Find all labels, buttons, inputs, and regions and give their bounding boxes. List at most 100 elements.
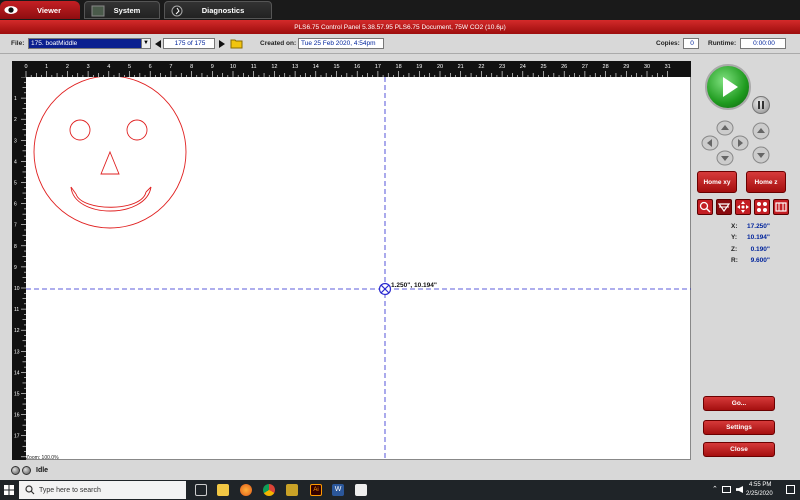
status-light-icon <box>11 466 20 475</box>
right-eye <box>126 119 148 141</box>
taskbar-search-box[interactable]: Type here to search <box>19 481 186 499</box>
created-value: Tue 25 Feb 2020, 4:54pm <box>301 40 376 47</box>
created-field: Tue 25 Feb 2020, 4:54pm <box>298 38 384 49</box>
runtime-value: 0:00:00 <box>753 40 775 47</box>
info-bar: File: 175. boatMiddle ▼ 175 of 175 Creat… <box>0 34 800 54</box>
eye-icon <box>4 6 18 14</box>
tab-viewer-label: Viewer <box>36 5 62 15</box>
previous-page-icon[interactable] <box>155 40 161 48</box>
horizontal-ruler: 0 1 2 3 4 5 6 7 8 9 10 11 12 13 14 15 16 17 18 19 20 21 22 23 24… <box>12 61 691 77</box>
window-title: PLS6.75 Control Panel 5.38.57.95 PLS6.75… <box>294 23 506 31</box>
home-z-button[interactable]: Home z <box>746 171 786 193</box>
page-field[interactable]: 175 of 175 <box>163 38 215 49</box>
illustrator-icon[interactable]: Ai <box>310 484 322 496</box>
move-icon <box>737 201 749 213</box>
ruler-label: 6 <box>149 64 152 70</box>
start-button[interactable] <box>705 64 751 110</box>
windows-taskbar: Type here to search Ai W ⌃ 4:55 PM 2/25/… <box>0 480 800 500</box>
tab-viewer[interactable]: Viewer <box>0 1 80 19</box>
ruler-label: 22 <box>478 64 484 70</box>
engraving-drawing <box>26 77 691 460</box>
open-folder-icon[interactable] <box>230 38 243 49</box>
copies-field[interactable]: 0 <box>683 38 699 49</box>
tab-system[interactable]: System <box>84 1 160 19</box>
tray-chevron-icon[interactable]: ⌃ <box>712 485 718 493</box>
r-coord-value: 9.600" <box>750 257 770 264</box>
ruler-label: 9 <box>14 265 17 271</box>
grid-tool-button[interactable] <box>754 199 770 215</box>
ruler-label: 14 <box>313 64 319 70</box>
ruler-label: 21 <box>458 64 464 70</box>
close-button[interactable]: Close <box>703 442 775 457</box>
ruler-label: 8 <box>14 244 17 250</box>
next-page-icon[interactable] <box>219 40 225 48</box>
focus-icon <box>717 203 731 213</box>
pointer-tool-button[interactable] <box>716 199 732 215</box>
ruler-label: 19 <box>416 64 422 70</box>
x-coord-value: 17.250" <box>747 223 770 230</box>
media-player-icon[interactable] <box>286 484 298 496</box>
copies-value: 0 <box>690 40 694 47</box>
status-light-icon-2 <box>22 466 31 475</box>
zoom-tool-button[interactable] <box>697 199 713 215</box>
network-icon[interactable] <box>722 486 731 493</box>
volume-icon[interactable] <box>736 486 743 493</box>
file-select[interactable]: 175. boatMiddle <box>28 38 151 49</box>
fit-tool-button[interactable] <box>773 199 789 215</box>
search-icon <box>25 485 35 495</box>
ruler-label: 0 <box>24 64 27 70</box>
notification-icon[interactable] <box>786 485 795 494</box>
settings-button[interactable]: Settings <box>703 420 775 435</box>
ruler-label: 23 <box>499 64 505 70</box>
ruler-label: 10 <box>230 64 236 70</box>
pause-icon <box>758 101 764 109</box>
chrome-icon[interactable] <box>263 484 275 496</box>
ruler-label: 12 <box>14 328 20 334</box>
crosshair-target-icon <box>378 282 392 296</box>
ruler-label: 1 <box>14 96 17 102</box>
go-button[interactable]: Go... <box>703 396 775 411</box>
ruler-label: 9 <box>211 64 214 70</box>
page-field-value: 175 of 175 <box>174 40 206 47</box>
vertical-ruler: 1 2 3 4 5 6 7 8 9 10 11 12 13 14 15 16 17 <box>12 77 26 460</box>
ruler-label: 16 <box>354 64 360 70</box>
ruler-label: 27 <box>582 64 588 70</box>
home-xy-label: Home xy <box>703 178 731 186</box>
xy-jog-pad[interactable] <box>700 120 750 166</box>
laser-app-icon[interactable] <box>355 484 367 496</box>
file-select-value: 175. boatMiddle <box>31 40 78 47</box>
home-z-label: Home z <box>754 178 778 186</box>
ruler-label: 13 <box>14 349 20 355</box>
file-label: File: <box>11 40 25 47</box>
chevron-down-icon[interactable]: ▼ <box>141 38 151 49</box>
move-tool-button[interactable] <box>735 199 751 215</box>
tab-system-label: System <box>113 5 141 15</box>
ruler-label: 8 <box>190 64 193 70</box>
status-bar: Idle <box>0 462 800 480</box>
ruler-label: 14 <box>14 370 20 376</box>
home-xy-button[interactable]: Home xy <box>697 171 737 193</box>
ruler-label: 15 <box>14 392 20 398</box>
taskbar-time[interactable]: 4:55 PM <box>749 482 771 488</box>
taskbar-date[interactable]: 2/25/2020 <box>746 491 773 497</box>
ruler-label: 6 <box>14 202 17 208</box>
ruler-label: 10 <box>14 286 20 292</box>
runtime-label: Runtime: <box>708 40 737 47</box>
ruler-label: 7 <box>169 64 172 70</box>
file-explorer-icon[interactable] <box>217 484 229 496</box>
pause-button[interactable] <box>752 96 770 114</box>
system-icon <box>91 5 105 17</box>
firefox-icon[interactable] <box>240 484 252 496</box>
cursor-position-label: 1.250", 10.194" <box>391 282 437 289</box>
mouth-inner <box>75 191 147 208</box>
ruler-label: 2 <box>66 64 69 70</box>
z-jog-pad[interactable] <box>751 122 771 164</box>
ruler-label: 7 <box>14 223 17 229</box>
word-icon[interactable]: W <box>332 484 344 496</box>
tab-diagnostics[interactable]: Diagnostics <box>164 1 272 19</box>
task-view-icon[interactable] <box>195 484 207 496</box>
nose <box>100 150 120 175</box>
y-coord-value: 10.194" <box>747 234 770 241</box>
windows-start-icon[interactable] <box>4 485 14 495</box>
runtime-field: 0:00:00 <box>740 38 786 49</box>
